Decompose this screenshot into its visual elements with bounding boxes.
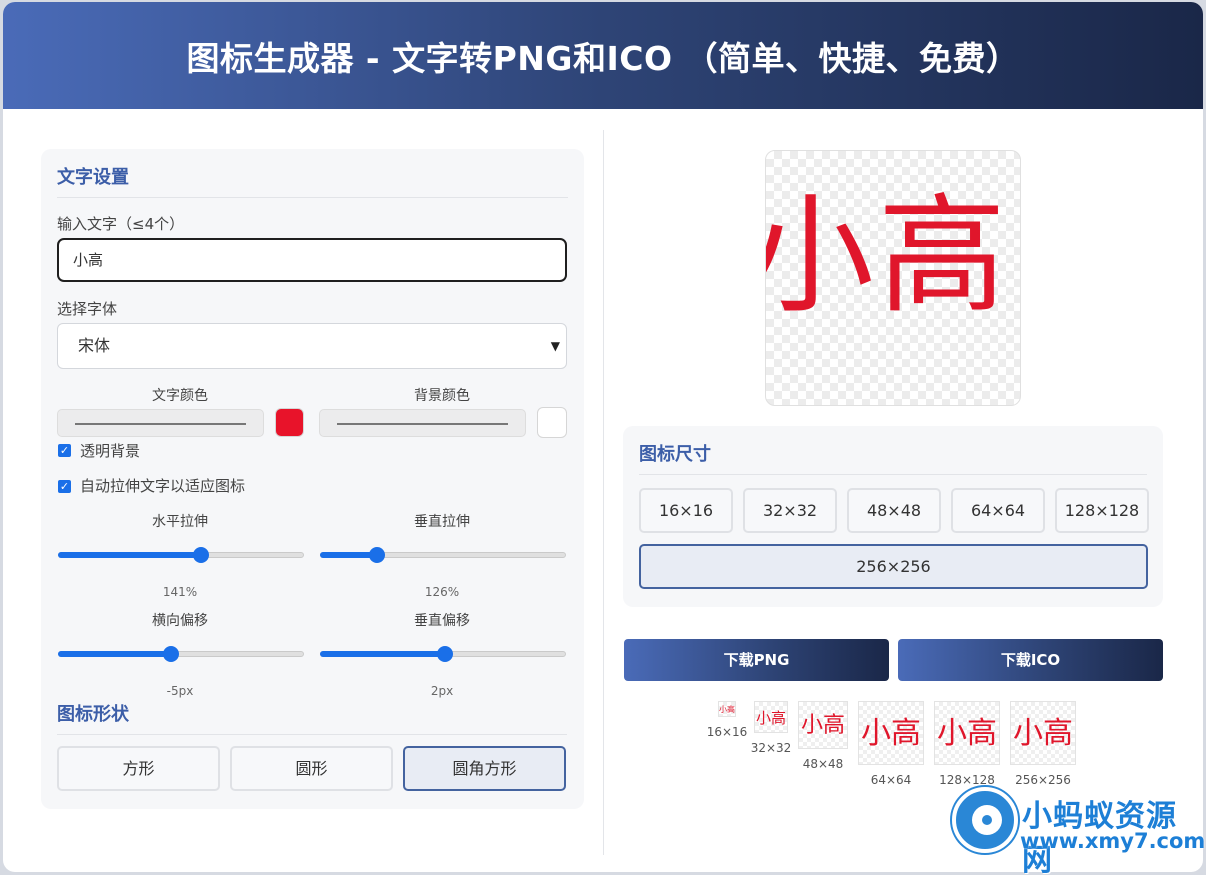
text-color-swatch[interactable] xyxy=(275,408,304,437)
text-color-label: 文字颜色 xyxy=(152,388,208,404)
v-stretch-label: 垂直拉伸 xyxy=(414,514,470,530)
slider-thumb[interactable] xyxy=(192,547,209,563)
v-stretch-value: 126% xyxy=(424,585,460,599)
slider-thumb[interactable] xyxy=(437,646,454,662)
thumb-caption-48: 48×48 xyxy=(802,757,844,771)
slider-fill xyxy=(58,651,172,657)
h-stretch-label: 水平拉伸 xyxy=(152,514,208,530)
size-128-button[interactable]: 128×128 xyxy=(1055,488,1149,533)
panel-divider xyxy=(603,130,604,855)
font-select-value: 宋体 xyxy=(78,336,111,355)
v-offset-slider[interactable] xyxy=(320,644,566,664)
size-panel: 图标尺寸 16×16 32×32 48×48 64×64 128×128 256… xyxy=(623,426,1163,607)
size-64-button[interactable]: 64×64 xyxy=(951,488,1045,533)
auto-stretch-checkbox[interactable]: ✓ xyxy=(58,480,71,493)
thumb-16: 小高 xyxy=(718,701,736,717)
transparent-bg-label: 透明背景 xyxy=(80,442,141,460)
h-stretch-value: 141% xyxy=(162,585,198,599)
size-16-button[interactable]: 16×16 xyxy=(639,488,733,533)
icon-preview: 小高 xyxy=(765,150,1021,406)
text-color-picker[interactable] xyxy=(57,409,264,437)
slider-thumb[interactable] xyxy=(163,646,180,662)
h-offset-label: 横向偏移 xyxy=(152,613,208,629)
size-32-button[interactable]: 32×32 xyxy=(743,488,837,533)
shape-circle-button[interactable]: 圆形 xyxy=(230,746,393,791)
bg-color-swatch[interactable] xyxy=(537,407,567,438)
download-ico-button[interactable]: 下载ICO xyxy=(898,639,1163,681)
ant-logo-icon xyxy=(952,787,1018,853)
thumb-64: 小高 xyxy=(858,701,924,765)
watermark-url: www.xmy7.com xyxy=(1020,829,1206,853)
font-select[interactable]: 宋体 ▼ xyxy=(57,323,567,369)
slider-fill xyxy=(58,552,201,558)
bg-color-label: 背景颜色 xyxy=(414,388,470,404)
chevron-down-icon: ▼ xyxy=(550,339,560,353)
v-stretch-slider[interactable] xyxy=(320,545,566,565)
shape-square-button[interactable]: 方形 xyxy=(57,746,220,791)
shape-rounded-button[interactable]: 圆角方形 xyxy=(403,746,566,791)
thumb-128: 小高 xyxy=(934,701,1000,765)
page-title: 图标生成器 - 文字转PNG和ICO （简单、快捷、免费） xyxy=(186,38,1020,78)
size-section-title: 图标尺寸 xyxy=(639,440,1147,475)
v-offset-label: 垂直偏移 xyxy=(414,613,470,629)
app-header: 图标生成器 - 文字转PNG和ICO （简单、快捷、免费） xyxy=(3,2,1203,109)
download-png-button[interactable]: 下载PNG xyxy=(624,639,889,681)
thumb-caption-32: 32×32 xyxy=(750,741,792,755)
thumb-caption-16: 16×16 xyxy=(706,725,748,739)
slider-fill xyxy=(320,651,446,657)
shape-section-title: 图标形状 xyxy=(57,700,567,735)
bg-color-picker[interactable] xyxy=(319,409,526,437)
thumb-48: 小高 xyxy=(798,701,848,749)
h-offset-slider[interactable] xyxy=(58,644,304,664)
h-stretch-slider[interactable] xyxy=(58,545,304,565)
font-select-label: 选择字体 xyxy=(57,300,118,318)
size-48-button[interactable]: 48×48 xyxy=(847,488,941,533)
auto-stretch-label: 自动拉伸文字以适应图标 xyxy=(80,477,246,495)
transparent-bg-checkbox[interactable]: ✓ xyxy=(58,444,71,457)
text-settings-title: 文字设置 xyxy=(57,163,568,198)
app-window: 图标生成器 - 文字转PNG和ICO （简单、快捷、免费） 文字设置 输入文字（… xyxy=(3,2,1203,872)
site-watermark: 小蚂蚁资源网 www.xmy7.com xyxy=(950,785,1206,875)
text-settings-panel: 文字设置 输入文字（≤4个） 小高 选择字体 宋体 ▼ 文字颜色 背景颜色 ✓ … xyxy=(41,149,584,809)
preview-text: 小高 xyxy=(765,182,1011,331)
thumb-32: 小高 xyxy=(754,701,788,733)
text-input[interactable]: 小高 xyxy=(57,238,567,282)
h-offset-value: -5px xyxy=(166,684,194,698)
v-offset-value: 2px xyxy=(430,684,454,698)
text-input-label: 输入文字（≤4个） xyxy=(57,215,185,233)
slider-thumb[interactable] xyxy=(368,547,385,563)
thumb-256: 小高 xyxy=(1010,701,1076,765)
size-256-button[interactable]: 256×256 xyxy=(639,544,1148,589)
thumb-caption-64: 64×64 xyxy=(870,773,912,787)
